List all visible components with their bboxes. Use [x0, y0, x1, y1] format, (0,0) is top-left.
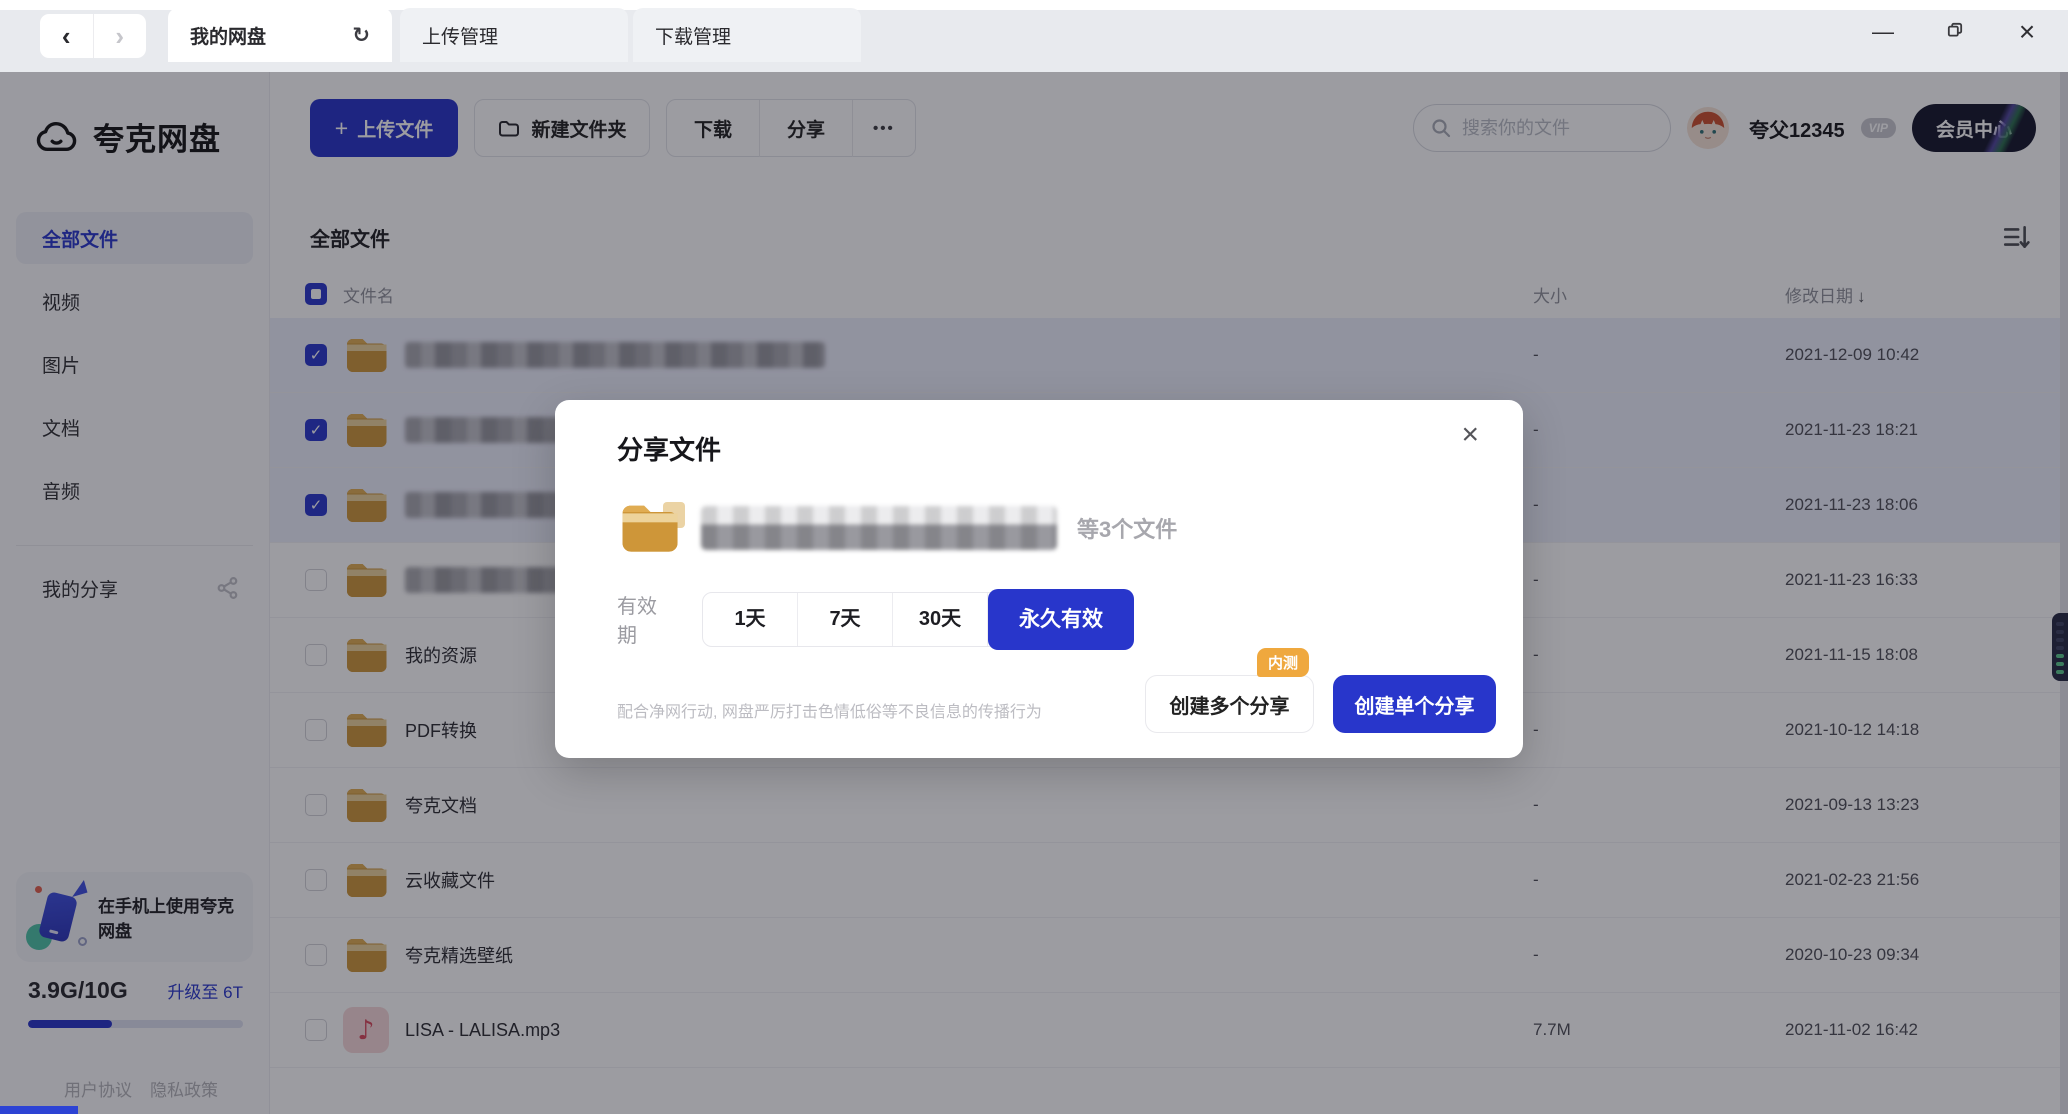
- window-titlebar: ‹ › 我的网盘 ↻ 上传管理 下载管理 — ×: [0, 0, 2068, 72]
- validity-options: 1天 7天 30天 永久有效: [702, 588, 1134, 650]
- tab-label: 我的网盘: [190, 26, 267, 48]
- dialog-disclaimer: 配合净网行动, 网盘严厉打击色情低俗等不良信息的传播行为: [617, 704, 1042, 721]
- tab-download-manager[interactable]: 下载管理: [633, 8, 861, 62]
- close-button[interactable]: ×: [2014, 10, 2040, 54]
- beta-badge: 内测: [1257, 648, 1310, 677]
- window-controls: — ×: [1870, 10, 2040, 54]
- create-multi-share-button[interactable]: 创建多个分享: [1145, 675, 1314, 733]
- minimize-button[interactable]: —: [1870, 10, 1896, 54]
- validity-row: 有效期 1天 7天 30天 永久有效: [617, 588, 1134, 650]
- refresh-icon[interactable]: ↻: [352, 23, 370, 48]
- file-count-label: 等3个文件: [1077, 517, 1178, 542]
- create-single-share-button[interactable]: 创建单个分享: [1333, 675, 1496, 733]
- share-dialog: 分享文件 × 等3个文件 有效期 1天 7天 30天 永久有效 配合净网行动, 网盘严…: [555, 400, 1523, 758]
- tab-label: 上传管理: [422, 26, 499, 48]
- bottom-edge-accent: [0, 1106, 78, 1114]
- history-nav: ‹ ›: [40, 14, 146, 58]
- forward-button[interactable]: ›: [94, 14, 147, 58]
- dialog-file-summary: 等3个文件: [617, 496, 1177, 560]
- validity-option[interactable]: 1天: [703, 592, 798, 646]
- validity-option[interactable]: 永久有效: [988, 588, 1134, 650]
- validity-option[interactable]: 30天: [893, 592, 988, 646]
- tab-label: 下载管理: [655, 26, 732, 48]
- back-button[interactable]: ‹: [40, 14, 93, 58]
- validity-label: 有效期: [617, 596, 657, 647]
- dialog-close-button[interactable]: ×: [1461, 420, 1479, 450]
- restore-icon: [1947, 22, 1963, 37]
- restore-button[interactable]: [1942, 10, 1968, 54]
- tab-my-drive[interactable]: 我的网盘 ↻: [168, 8, 392, 62]
- tab-upload-manager[interactable]: 上传管理: [400, 8, 628, 62]
- validity-option[interactable]: 7天: [798, 592, 893, 646]
- dialog-title: 分享文件: [617, 435, 722, 465]
- redacted-file-name: [701, 506, 1057, 550]
- folder-icon: [617, 496, 685, 560]
